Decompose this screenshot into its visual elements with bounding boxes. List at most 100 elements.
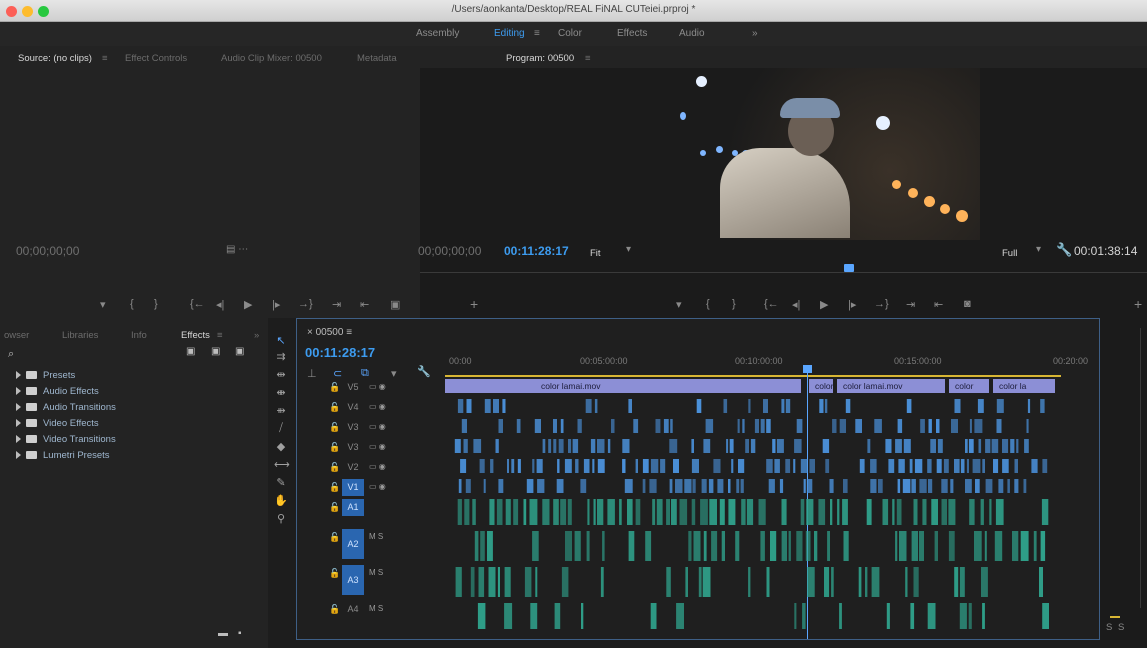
disclosure-triangle-icon[interactable]	[16, 371, 21, 380]
timeline-clip[interactable]	[831, 567, 834, 597]
program-mark-out-icon[interactable]: }	[732, 298, 736, 310]
timeline-clip[interactable]	[565, 531, 572, 561]
timeline-clip[interactable]	[888, 459, 895, 473]
track-header-v3b[interactable]: 🔓 V3 ▭ ◉	[297, 439, 445, 457]
timeline-clip[interactable]	[984, 531, 987, 561]
timeline-clip[interactable]	[553, 419, 557, 433]
timeline-clip[interactable]	[709, 499, 717, 525]
timeline-clip[interactable]	[526, 479, 534, 493]
timeline-clip[interactable]	[766, 567, 770, 597]
effects-folder-audio-transitions[interactable]: Audio Transitions	[16, 402, 116, 413]
lock-icon[interactable]: 🔓	[329, 402, 340, 413]
timeline-clip[interactable]	[535, 567, 538, 597]
timeline-clip[interactable]	[567, 499, 572, 525]
timeline-clip[interactable]	[748, 399, 751, 413]
timeline-clip[interactable]	[574, 531, 581, 561]
timeline-clip[interactable]	[858, 567, 862, 597]
disclosure-triangle-icon[interactable]	[16, 435, 21, 444]
timeline-clip[interactable]	[913, 499, 918, 525]
timeline-clip[interactable]	[824, 567, 830, 597]
program-extract-icon[interactable]: ⇤	[934, 298, 943, 311]
program-marker-icon[interactable]: ▾	[676, 298, 682, 311]
timeline-clips-layer[interactable]	[445, 395, 1065, 635]
timeline-clip[interactable]	[968, 603, 972, 629]
timeline-clip[interactable]	[931, 499, 938, 525]
timeline-clip[interactable]	[951, 419, 958, 433]
timeline-clip[interactable]	[736, 479, 740, 493]
clip-v5[interactable]: color	[809, 379, 833, 393]
timeline-clip[interactable]	[542, 439, 546, 453]
timeline-clip[interactable]	[959, 567, 965, 597]
timeline-clip[interactable]	[684, 479, 692, 493]
track-name[interactable]: V4	[342, 399, 364, 416]
timeline-clip[interactable]	[536, 459, 543, 473]
timeline-clip[interactable]	[781, 399, 785, 413]
timeline-clip[interactable]	[903, 439, 911, 453]
lock-icon[interactable]: 🔓	[329, 604, 340, 615]
timeline-clip[interactable]	[1033, 531, 1037, 561]
disclosure-triangle-icon[interactable]	[16, 403, 21, 412]
timeline-clip[interactable]	[806, 479, 813, 493]
timeline-clip[interactable]	[996, 419, 1002, 433]
effects-folder-lumetri-presets[interactable]: Lumetri Presets	[16, 450, 110, 461]
timeline-clip[interactable]	[975, 479, 980, 493]
solo-button[interactable]: S	[1118, 622, 1124, 633]
tab-source[interactable]: Source: (no clips)	[18, 53, 92, 64]
timeline-clip[interactable]	[701, 479, 707, 493]
timeline-clip[interactable]	[954, 399, 961, 413]
timeline-clip[interactable]	[600, 567, 604, 597]
timeline-clip[interactable]	[968, 439, 974, 453]
timeline-clip[interactable]	[597, 439, 605, 453]
source-marker-icon[interactable]: ▾	[100, 298, 106, 311]
source-go-in-icon[interactable]: {←	[190, 298, 205, 310]
timeline-clip[interactable]	[839, 419, 846, 433]
timeline-clip[interactable]	[529, 499, 538, 525]
timeline-clip[interactable]	[960, 459, 965, 473]
timeline-clip[interactable]	[738, 459, 745, 473]
timeline-clip[interactable]	[943, 459, 949, 473]
timeline-clip[interactable]	[886, 603, 890, 629]
timeline-clip[interactable]	[842, 499, 848, 525]
timeline-clip[interactable]	[874, 419, 882, 433]
timeline-clip[interactable]	[905, 567, 908, 597]
effects-folder-presets[interactable]: Presets	[16, 370, 75, 381]
timeline-clip[interactable]	[685, 567, 688, 597]
tab-effect-controls[interactable]: Effect Controls	[125, 53, 187, 64]
timeline-clip[interactable]	[832, 419, 837, 433]
timeline-clip[interactable]	[1026, 419, 1029, 433]
timeline-clip[interactable]	[796, 419, 803, 433]
timeline-clip[interactable]	[645, 531, 652, 561]
timeline-clip[interactable]	[666, 567, 671, 597]
tab-info[interactable]: Info	[131, 330, 147, 341]
timeline-clip[interactable]	[624, 479, 633, 493]
timeline-clip[interactable]	[553, 499, 559, 525]
timeline-clip[interactable]	[866, 499, 872, 525]
timeline-clip[interactable]	[989, 499, 992, 525]
timeline-clip[interactable]	[994, 531, 1003, 561]
tab-program[interactable]: Program: 00500	[506, 53, 574, 64]
timeline-clip[interactable]	[1040, 531, 1046, 561]
program-add-button-icon[interactable]: +	[1134, 296, 1142, 312]
timeline-clip[interactable]	[928, 419, 932, 433]
timeline-clip[interactable]	[742, 419, 745, 433]
lock-icon[interactable]: 🔓	[329, 382, 340, 393]
tab-libraries[interactable]: Libraries	[62, 330, 98, 341]
program-step-back-icon[interactable]: ◂|	[792, 298, 800, 311]
yuv-effects-icon[interactable]: ▣	[235, 346, 244, 357]
timeline-clip[interactable]	[728, 499, 736, 525]
timeline-clip[interactable]	[865, 567, 868, 597]
source-go-out-icon[interactable]: →}	[298, 298, 313, 310]
timeline-clip[interactable]	[982, 459, 985, 473]
tab-source-menu-icon[interactable]: ≡	[102, 53, 108, 64]
timeline-clip[interactable]	[991, 439, 999, 453]
timeline-clip[interactable]	[480, 531, 485, 561]
timeline-clip[interactable]	[895, 439, 902, 453]
timeline-clip[interactable]	[505, 499, 511, 525]
timeline-clip[interactable]	[572, 439, 579, 453]
timeline-clip[interactable]	[663, 419, 669, 433]
timeline-clip[interactable]	[691, 459, 699, 473]
timeline-clip[interactable]	[885, 439, 892, 453]
timeline-clip[interactable]	[965, 479, 972, 493]
timeline-clip[interactable]	[913, 567, 919, 597]
timeline-clip[interactable]	[532, 459, 535, 473]
